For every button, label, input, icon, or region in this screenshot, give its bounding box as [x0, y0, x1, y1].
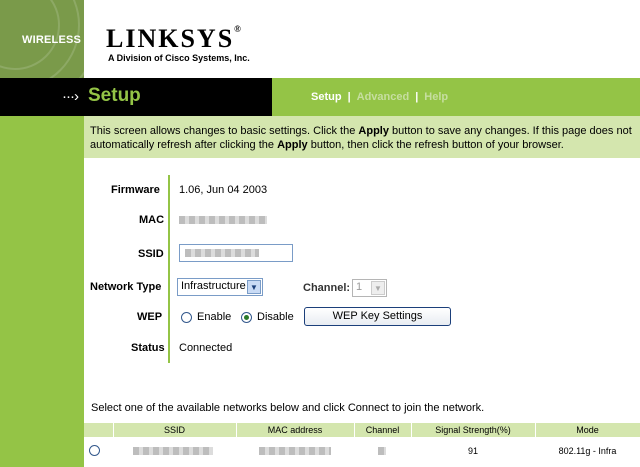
- wep-label: WEP: [137, 311, 163, 323]
- nav-help-link[interactable]: Help: [424, 91, 448, 103]
- wireless-label: WIRELESS: [22, 34, 82, 46]
- mac-value-redacted: [179, 216, 267, 224]
- wep-disable-radio[interactable]: [241, 312, 252, 323]
- status-value: Connected: [179, 342, 233, 354]
- network-select-radio[interactable]: [89, 445, 100, 456]
- network-type-label: Network Type: [90, 281, 162, 293]
- linksys-logo: LINKSYS®: [106, 24, 243, 53]
- form-divider: [168, 175, 170, 363]
- wep-disable-label: Disable: [257, 311, 294, 323]
- network-type-select[interactable]: Infrastructure ▼: [177, 278, 263, 296]
- page-title: Setup: [88, 85, 141, 106]
- channel-label: Channel:: [303, 282, 351, 294]
- ssid-input[interactable]: [179, 244, 293, 262]
- ssid-label: SSID: [138, 248, 164, 260]
- networks-instruction: Select one of the available networks bel…: [91, 402, 485, 414]
- header: LINKSYS® A Division of Cisco Systems, In…: [84, 0, 640, 78]
- logo-tagline: A Division of Cisco Systems, Inc.: [108, 53, 250, 63]
- wep-enable-radio[interactable]: [181, 312, 192, 323]
- nav-separator: |: [415, 91, 419, 103]
- chevron-down-icon: ▼: [371, 281, 385, 295]
- column-header-signal: Signal Strength(%): [435, 425, 511, 435]
- column-header-mac: MAC address: [267, 425, 323, 435]
- row-channel-redacted: [378, 447, 386, 455]
- wep-key-settings-button[interactable]: WEP Key Settings: [304, 307, 451, 326]
- row-ssid-redacted: [133, 447, 213, 455]
- nav-advanced-link[interactable]: Advanced: [357, 91, 410, 103]
- firmware-value: 1.06, Jun 04 2003: [179, 184, 268, 196]
- chevron-down-icon: ▼: [247, 280, 261, 294]
- top-nav: Setup | Advanced | Help: [311, 91, 448, 103]
- row-mode: 802.11g - Infra: [558, 446, 617, 456]
- wep-enable-label: Enable: [197, 311, 232, 323]
- column-header-channel: Channel: [365, 425, 400, 435]
- nav-separator: |: [347, 91, 351, 103]
- dotted-arrow-icon: ···›: [62, 88, 79, 105]
- channel-select[interactable]: 1 ▼: [352, 279, 387, 297]
- column-header-ssid: SSID: [163, 425, 185, 435]
- intro-text: This screen allows changes to basic sett…: [84, 116, 640, 158]
- firmware-label: Firmware: [111, 184, 160, 196]
- column-header-mode: Mode: [576, 425, 599, 435]
- row-signal: 91: [467, 446, 478, 456]
- row-mac-redacted: [259, 447, 331, 455]
- nav-setup-link[interactable]: Setup: [311, 91, 342, 103]
- status-label: Status: [131, 342, 165, 354]
- mac-label: MAC: [139, 214, 165, 226]
